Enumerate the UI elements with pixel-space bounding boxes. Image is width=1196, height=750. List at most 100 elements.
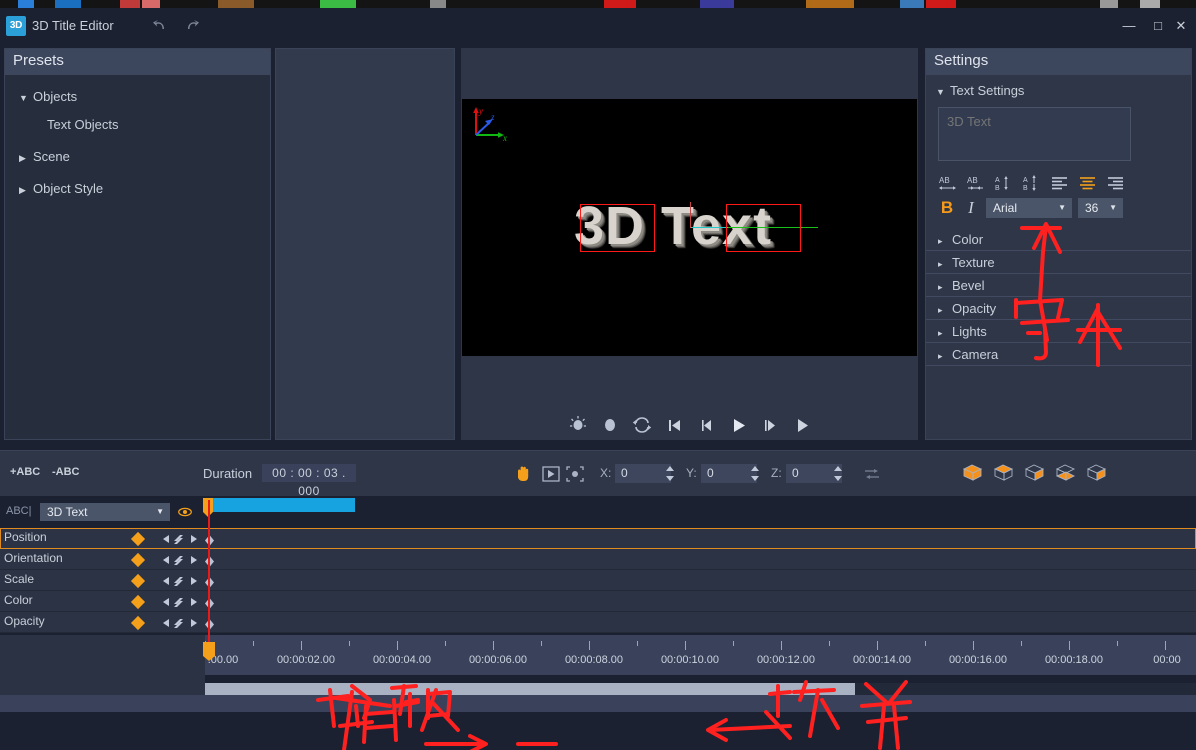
text-format-toolbar: AB AB AB AB xyxy=(926,166,1191,192)
keyframe-marker[interactable] xyxy=(205,617,214,630)
letter-spacing-expand-icon[interactable]: AB xyxy=(938,174,958,192)
section-opacity[interactable]: ▸ Opacity xyxy=(926,297,1191,320)
z-axis-stepper[interactable] xyxy=(831,463,845,484)
font-family-dropdown[interactable]: Arial ▼ xyxy=(986,198,1072,218)
keyframe-nav-controls[interactable] xyxy=(160,574,200,588)
add-text-object-button[interactable]: +ABC xyxy=(10,466,40,478)
track-row-color[interactable]: Color xyxy=(0,591,1196,612)
x-axis-stepper[interactable] xyxy=(663,463,677,484)
view-preset-bottom-icon[interactable] xyxy=(1053,462,1078,484)
add-keyframe-button[interactable] xyxy=(130,615,146,631)
tree-item-scene[interactable]: ▶ Scene xyxy=(5,143,270,171)
timeline-clip[interactable] xyxy=(213,498,355,512)
shadow-icon[interactable] xyxy=(600,415,620,435)
keyframe-marker[interactable] xyxy=(205,596,214,609)
section-camera[interactable]: ▸ Camera xyxy=(926,343,1191,366)
selection-box[interactable] xyxy=(726,204,801,252)
hand-tool-icon[interactable] xyxy=(513,464,533,484)
y-axis-stepper[interactable] xyxy=(748,463,762,484)
align-center-icon[interactable] xyxy=(1078,174,1098,192)
bold-button[interactable]: B xyxy=(938,198,956,218)
step-forward-icon[interactable] xyxy=(760,415,780,435)
keyframe-nav-controls[interactable] xyxy=(160,595,200,609)
stage-text-object[interactable]: 3D Text xyxy=(462,99,917,356)
font-size-dropdown[interactable]: 36 ▼ xyxy=(1078,198,1123,218)
ruler-label: 00:00:04.00 xyxy=(372,654,432,666)
selection-box[interactable] xyxy=(580,204,655,252)
align-right-icon[interactable] xyxy=(1106,174,1126,192)
keyframe-nav-controls[interactable] xyxy=(160,616,200,630)
x-axis-label: X: xyxy=(600,466,612,480)
add-keyframe-button[interactable] xyxy=(130,531,146,547)
preset-thumbnails-panel[interactable] xyxy=(275,48,455,440)
minimize-button[interactable]: — xyxy=(1118,17,1140,35)
tree-item-text-objects[interactable]: Text Objects xyxy=(5,111,270,139)
track-row-scale[interactable]: Scale xyxy=(0,570,1196,591)
italic-button[interactable]: I xyxy=(962,198,980,218)
section-label: Opacity xyxy=(952,301,997,316)
step-back-icon[interactable] xyxy=(696,415,716,435)
duration-input[interactable]: 00 : 00 : 03 . 000 xyxy=(262,464,356,498)
section-bevel[interactable]: ▸ Bevel xyxy=(926,274,1191,297)
reset-transform-icon[interactable] xyxy=(862,464,882,484)
text-content-input[interactable] xyxy=(938,107,1131,161)
view-preset-left-icon[interactable] xyxy=(1084,462,1109,484)
view-preset-top-icon[interactable] xyxy=(960,462,985,484)
tree-item-object-style[interactable]: ▶ Object Style xyxy=(5,175,270,203)
section-text-settings[interactable]: ▼ Text Settings xyxy=(926,79,1191,103)
eye-icon[interactable] xyxy=(178,505,192,519)
view-preset-right-icon[interactable] xyxy=(1022,462,1047,484)
preview-panel: y x z 3D Text xyxy=(461,48,918,440)
add-keyframe-button[interactable] xyxy=(130,573,146,589)
close-button[interactable]: ✕ xyxy=(1170,17,1192,35)
tree-item-objects[interactable]: ▼ Objects xyxy=(5,83,270,111)
section-color[interactable]: ▸ Color xyxy=(926,228,1191,251)
light-icon[interactable] xyxy=(568,415,588,435)
viewport-3d[interactable]: y x z 3D Text xyxy=(462,99,917,356)
jump-start-icon[interactable] xyxy=(664,415,684,435)
remove-text-object-button[interactable]: -ABC xyxy=(52,466,80,478)
transport-controls xyxy=(461,410,918,440)
chevron-right-icon: ▸ xyxy=(938,259,943,269)
section-texture[interactable]: ▸ Texture xyxy=(926,251,1191,274)
chevron-right-icon: ▸ xyxy=(938,282,943,292)
view-preset-front-icon[interactable] xyxy=(991,462,1016,484)
section-lights[interactable]: ▸ Lights xyxy=(926,320,1191,343)
section-label: Color xyxy=(952,232,984,247)
redo-arrow-icon[interactable] xyxy=(180,17,202,35)
jump-end-icon[interactable] xyxy=(792,415,812,435)
timeline-ruler-area: :00.00 00:00:02.00 00:00:04.00 00:00:06.… xyxy=(0,635,1196,675)
add-keyframe-button[interactable] xyxy=(130,552,146,568)
svg-text:B: B xyxy=(1023,185,1028,192)
undo-arrow-icon[interactable] xyxy=(150,17,172,35)
letter-spacing-condense-icon[interactable]: AB xyxy=(966,174,986,192)
pivot-point-icon[interactable] xyxy=(565,464,585,484)
font-style-toolbar: B I Arial ▼ 36 ▼ xyxy=(926,192,1191,224)
keyframe-marker[interactable] xyxy=(205,533,214,546)
play-icon[interactable] xyxy=(728,415,748,435)
keyframe-marker[interactable] xyxy=(205,554,214,567)
line-spacing-increase-icon[interactable]: AB xyxy=(1022,174,1042,192)
svg-text:B: B xyxy=(995,185,1000,192)
keyframe-nav-controls[interactable] xyxy=(160,532,200,546)
keyframe-nav-controls[interactable] xyxy=(160,553,200,567)
title-bar: 3D 3D Title Editor — □ ✕ xyxy=(0,8,1196,44)
track-row-opacity[interactable]: Opacity xyxy=(0,612,1196,633)
add-keyframe-button[interactable] xyxy=(130,594,146,610)
maximize-button[interactable]: □ xyxy=(1147,17,1169,35)
tree-item-label: Objects xyxy=(33,89,78,104)
track-row-orientation[interactable]: Orientation xyxy=(0,549,1196,570)
track-row-label: Color xyxy=(4,593,33,607)
section-label: Texture xyxy=(952,255,995,270)
keyframe-marker[interactable] xyxy=(205,575,214,588)
timeline-ruler[interactable]: :00.00 00:00:02.00 00:00:04.00 00:00:06.… xyxy=(205,635,1196,675)
track-object-dropdown[interactable]: 3D Text ▼ xyxy=(40,503,170,521)
track-row-position[interactable]: Position xyxy=(0,528,1196,549)
ruler-label: 00:00:06.00 xyxy=(468,654,528,666)
align-left-icon[interactable] xyxy=(1050,174,1070,192)
horizontal-scrollbar-thumb[interactable] xyxy=(205,683,855,695)
select-object-icon[interactable] xyxy=(541,464,561,484)
playhead-handle[interactable] xyxy=(203,642,215,661)
loop-icon[interactable] xyxy=(632,415,652,435)
line-spacing-decrease-icon[interactable]: AB xyxy=(994,174,1014,192)
